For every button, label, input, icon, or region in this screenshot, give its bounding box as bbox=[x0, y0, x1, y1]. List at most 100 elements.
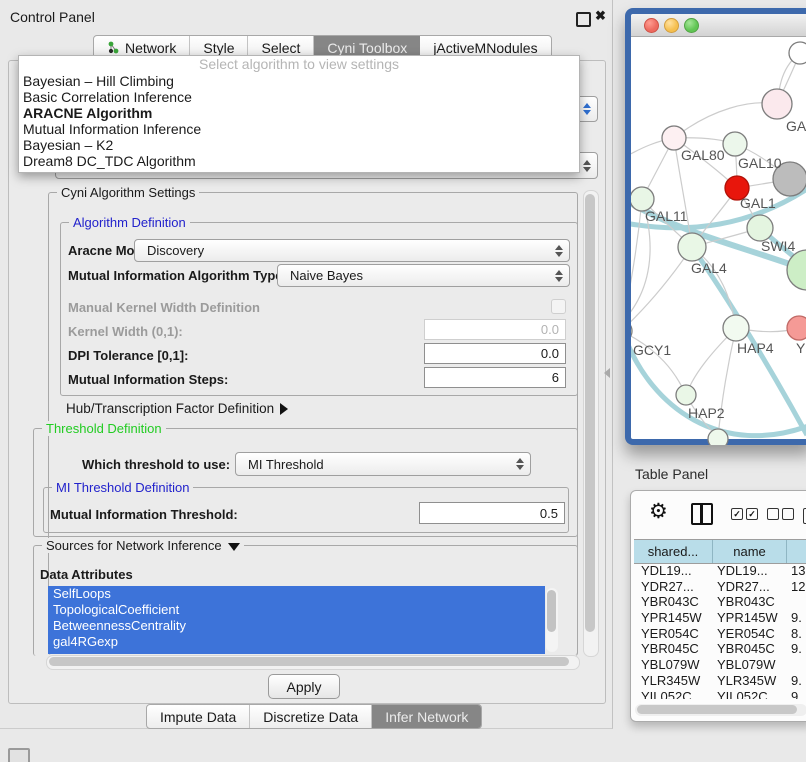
table-row[interactable]: YDL19...YDL19...13 bbox=[634, 563, 806, 579]
network-window-titlebar[interactable] bbox=[631, 14, 806, 37]
screen: Control Panel ✖ Network Style Select Cyn… bbox=[0, 0, 806, 762]
list-scrollbar[interactable] bbox=[546, 588, 558, 652]
table-row[interactable]: YBR045CYBR045C9. bbox=[634, 641, 806, 657]
table-row[interactable]: YBL079WYBL079W bbox=[634, 657, 806, 673]
which-threshold-combobox[interactable]: MI Threshold bbox=[235, 452, 531, 476]
table-panel-title: Table Panel bbox=[635, 466, 708, 482]
network-node-gal4[interactable] bbox=[678, 233, 706, 261]
tab-discretize-data[interactable]: Discretize Data bbox=[250, 705, 372, 728]
table-horizontal-scrollbar[interactable] bbox=[635, 704, 806, 716]
hub-tf-label: Hub/Transcription Factor Definition bbox=[66, 401, 274, 416]
settings-vertical-scrollbar[interactable] bbox=[583, 190, 599, 657]
stepper-icon bbox=[582, 160, 590, 172]
group-title: MI Threshold Definition bbox=[52, 480, 193, 495]
table-row[interactable]: YLR345WYLR345W9. bbox=[634, 673, 806, 689]
which-threshold-label: Which threshold to use: bbox=[82, 457, 230, 472]
list-item[interactable] bbox=[48, 650, 545, 654]
node-label: SWI4 bbox=[761, 238, 795, 254]
tab-impute-data[interactable]: Impute Data bbox=[147, 705, 250, 728]
tab-infer-network[interactable]: Infer Network bbox=[372, 705, 481, 728]
dropdown-item-selected[interactable]: ARACNE Algorithm bbox=[19, 105, 579, 121]
dropdown-item[interactable]: Dream8 DC_TDC Algorithm bbox=[19, 153, 579, 169]
kernel-width-label: Kernel Width (0,1): bbox=[68, 324, 183, 339]
dropdown-prompt: Select algorithm to view settings bbox=[19, 56, 579, 73]
apply-button[interactable]: Apply bbox=[268, 674, 340, 699]
network-node-hap4[interactable] bbox=[723, 315, 749, 341]
zoom-traffic-light-icon[interactable] bbox=[684, 18, 699, 33]
minimize-traffic-light-icon[interactable] bbox=[664, 18, 679, 33]
mi-steps-field[interactable]: 6 bbox=[424, 367, 566, 388]
dropdown-item[interactable]: Basic Correlation Inference bbox=[19, 89, 579, 105]
table-header-row: shared... name bbox=[634, 539, 806, 564]
network-node[interactable] bbox=[787, 316, 806, 340]
mi-type-combobox[interactable]: Naive Bayes bbox=[277, 264, 570, 287]
list-item[interactable]: gal4RGexp bbox=[48, 634, 545, 650]
mi-threshold-field[interactable]: 0.5 bbox=[419, 502, 565, 524]
stepper-icon bbox=[515, 458, 523, 470]
table-row[interactable]: YIL052CYIL052C9 bbox=[634, 689, 806, 700]
table-row[interactable]: YDR27...YDR27...12 bbox=[634, 579, 806, 595]
node-label: GAL1 bbox=[740, 195, 776, 211]
column-header-shared[interactable]: shared... bbox=[634, 540, 713, 563]
network-node[interactable] bbox=[789, 42, 806, 64]
close-traffic-light-icon[interactable] bbox=[644, 18, 659, 33]
bottom-tabs: Impute Data Discretize Data Infer Networ… bbox=[146, 704, 482, 729]
gear-icon[interactable]: ⚙ bbox=[649, 499, 668, 524]
network-node-gcy1[interactable] bbox=[631, 320, 632, 342]
table-row[interactable]: YBR043CYBR043C bbox=[634, 594, 806, 610]
close-icon[interactable]: ✖ bbox=[595, 8, 606, 24]
kernel-width-field[interactable]: 0.0 bbox=[424, 319, 566, 340]
network-node-gal10[interactable] bbox=[723, 132, 747, 156]
group-title: Sources for Network Inference bbox=[42, 538, 244, 553]
network-node-hap2[interactable] bbox=[676, 385, 696, 405]
dropdown-item[interactable]: Bayesian – K2 bbox=[19, 137, 579, 153]
column-header[interactable] bbox=[787, 540, 806, 563]
algorithm-dropdown-popup: Select algorithm to view settings Bayesi… bbox=[18, 55, 580, 173]
dropdown-item[interactable]: Bayesian – Hill Climbing bbox=[19, 73, 579, 89]
dpi-tolerance-field[interactable]: 0.0 bbox=[424, 343, 566, 364]
data-attributes-list: SelfLoops TopologicalCoefficient Between… bbox=[48, 586, 545, 654]
list-item[interactable]: BetweennessCentrality bbox=[48, 618, 545, 634]
deselect-all-icon[interactable] bbox=[767, 508, 794, 520]
select-all-icon[interactable]: ✓✓ bbox=[731, 508, 758, 520]
combo-value: Discovery bbox=[147, 243, 204, 258]
panel-title: Control Panel bbox=[10, 9, 95, 25]
mi-steps-label: Mutual Information Steps: bbox=[68, 372, 228, 387]
node-label: GCY1 bbox=[633, 342, 671, 358]
settings-horizontal-scrollbar[interactable] bbox=[46, 655, 580, 670]
aracne-mode-combobox[interactable]: Discovery bbox=[134, 239, 570, 262]
table-row[interactable]: YPR145WYPR145W9. bbox=[634, 610, 806, 626]
split-pane-handle-icon[interactable] bbox=[604, 368, 610, 378]
hub-tf-expander[interactable]: Hub/Transcription Factor Definition bbox=[66, 401, 288, 416]
list-item[interactable]: TopologicalCoefficient bbox=[48, 602, 545, 618]
network-canvas[interactable]: GAL GAL80 GAL10 GAL1 GAL11 SWI4 GAL4 GCY… bbox=[631, 37, 806, 445]
node-label: HAP4 bbox=[737, 340, 774, 356]
node-label: GAL11 bbox=[645, 208, 688, 224]
corner-widget-icon[interactable] bbox=[8, 748, 30, 762]
combo-value: Naive Bayes bbox=[290, 268, 363, 283]
manual-kernel-label: Manual Kernel Width Definition bbox=[68, 300, 260, 315]
manual-kernel-checkbox[interactable] bbox=[551, 299, 566, 314]
stepper-icon bbox=[554, 270, 562, 282]
mi-threshold-label: Mutual Information Threshold: bbox=[50, 507, 238, 522]
dropdown-item[interactable]: Mutual Information Inference bbox=[19, 121, 579, 137]
tab-label: Network bbox=[125, 40, 176, 56]
stepper-icon bbox=[582, 103, 590, 115]
network-view-window: GAL GAL80 GAL10 GAL1 GAL11 SWI4 GAL4 GCY… bbox=[625, 8, 806, 445]
table-toolbar: ⚙ ✓✓ bbox=[631, 491, 806, 535]
network-node[interactable] bbox=[762, 89, 792, 119]
node-label: GAL4 bbox=[691, 260, 727, 276]
float-window-icon[interactable] bbox=[576, 12, 591, 27]
list-item[interactable]: SelfLoops bbox=[48, 586, 545, 602]
stepper-icon bbox=[554, 245, 562, 257]
column-selector-icon[interactable] bbox=[691, 503, 713, 525]
group-title: Threshold Definition bbox=[42, 421, 166, 436]
table-row[interactable]: YER054CYER054C8. bbox=[634, 626, 806, 642]
node-label: HAP2 bbox=[688, 405, 725, 421]
column-header-name[interactable]: name bbox=[713, 540, 787, 563]
network-node[interactable] bbox=[708, 429, 728, 445]
group-title: Algorithm Definition bbox=[69, 215, 190, 230]
network-tab-icon bbox=[107, 41, 120, 54]
combo-value: MI Threshold bbox=[248, 457, 324, 472]
node-label: GAL80 bbox=[681, 147, 725, 163]
